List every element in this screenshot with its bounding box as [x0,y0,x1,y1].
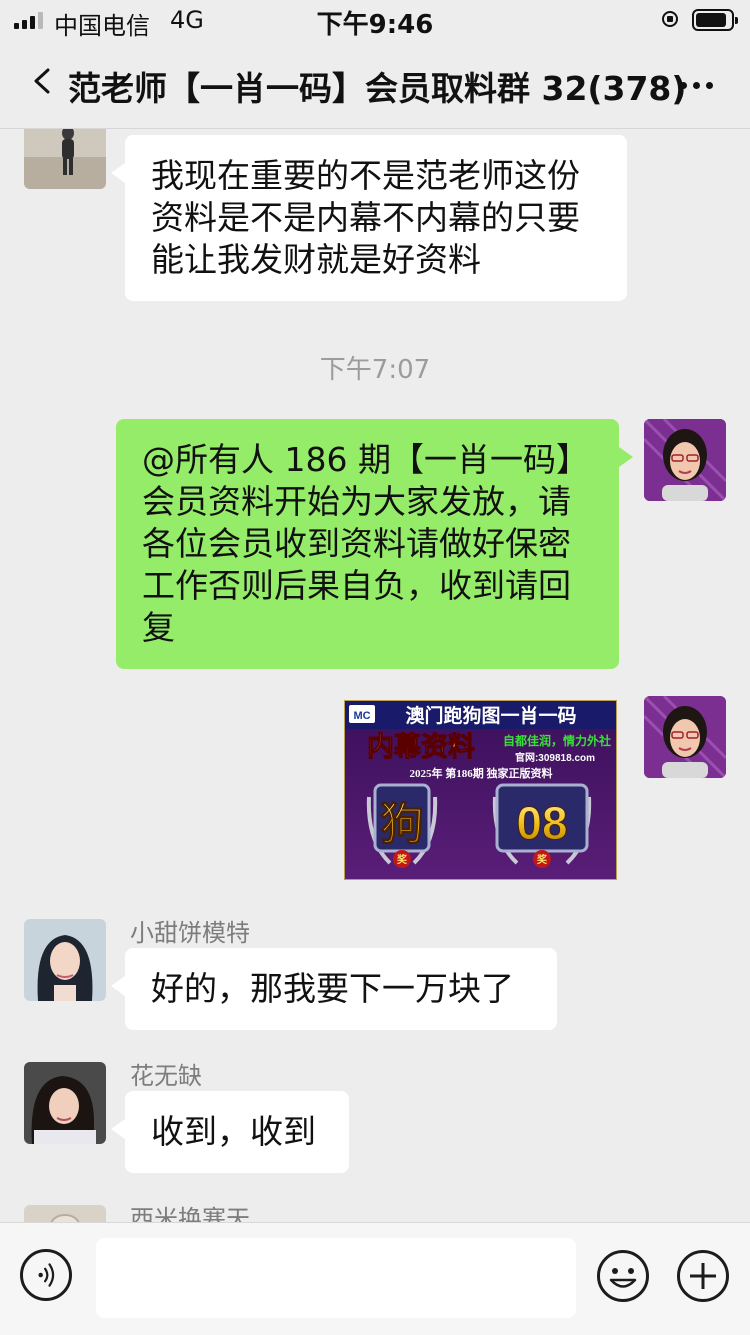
image-info-line: 2025年 第186期 独家正版资料 [410,766,553,780]
message-bubble[interactable]: 收到，收到 [111,1091,349,1173]
image-subtitle: 内幕资料 [367,732,475,762]
message-text: 我现在重要的不是范老师这份资料是不是内幕不内幕的只要能让我发财就是好资料 [151,156,580,279]
image-number: 08 [516,797,567,849]
more-dots-icon[interactable] [680,70,730,100]
message-text: 好的，那我要下一万块了 [151,969,514,1008]
chevron-left-icon[interactable] [30,68,56,94]
rotation-lock-icon [662,11,678,27]
avatar[interactable] [644,696,726,778]
avatar[interactable] [24,1205,106,1222]
input-bar [0,1222,750,1335]
image-message[interactable]: MC 澳门跑狗图一肖一码 内幕资料 自都佳润，情力外社 官网:309818.co… [344,700,617,880]
image-logo-text: MC [353,710,370,722]
avatar[interactable] [644,419,726,501]
message-text: 收到，收到 [151,1112,316,1151]
message-list[interactable]: 我现在重要的不是范老师这份资料是不是内幕不内幕的只要能让我发财就是好资料 下午7… [0,129,750,1222]
battery-icon [692,9,738,31]
image-slogan: 自都佳润，情力外社 [503,733,611,748]
emoji-icon[interactable] [596,1249,650,1303]
message-bubble[interactable]: 好的，那我要下一万块了 [111,948,557,1030]
sender-name: 花无缺 [130,1062,202,1090]
image-badge-char: 奖 [397,853,408,866]
message-input[interactable] [96,1238,576,1318]
image-title: 澳门跑狗图一肖一码 [405,704,576,727]
sender-name: 西米换寒天 [130,1205,250,1222]
image-badge-char: 奖 [537,853,548,866]
image-zodiac: 狗 [380,800,424,849]
plus-icon[interactable] [676,1249,730,1303]
avatar[interactable] [24,919,106,1001]
chat-header: 范老师【一肖一码】会员取料群 32(378) [0,40,750,129]
timestamp-separator: 下午7:07 [319,355,431,385]
voice-icon[interactable] [20,1249,72,1301]
avatar[interactable] [24,129,106,189]
status-bar: 中国电信 4G 下午9:46 [0,0,750,40]
avatar[interactable] [24,1062,106,1144]
chat-title: 范老师【一肖一码】会员取料群 32(378) [68,69,687,108]
message-bubble[interactable]: @所有人 186 期【一肖一码】会员资料开始为大家发放，请各位会员收到资料请做好… [116,419,633,669]
status-time: 下午9:46 [316,10,434,40]
image-site: 官网:309818.com [515,751,595,764]
sender-name: 小甜饼模特 [130,919,250,947]
message-text: @所有人 186 期【一肖一码】会员资料开始为大家发放，请各位会员收到资料请做好… [142,440,589,647]
message-bubble[interactable]: 我现在重要的不是范老师这份资料是不是内幕不内幕的只要能让我发财就是好资料 [111,135,627,301]
